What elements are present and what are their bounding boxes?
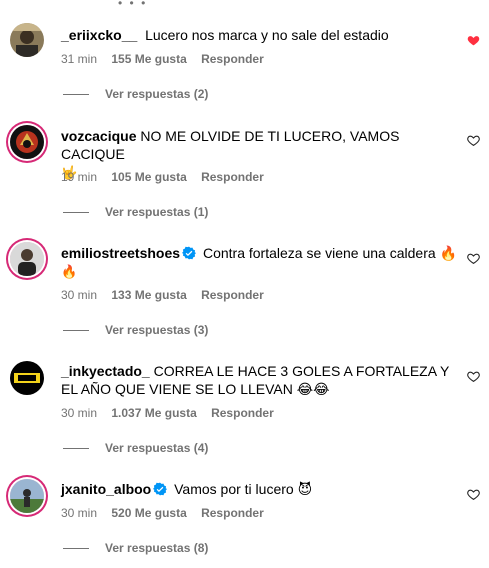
likes-count[interactable]: 155 Me gusta	[111, 52, 186, 66]
comment-body: _eriixcko__ Lucero nos marca y no sale d…	[61, 26, 459, 44]
replies-divider	[63, 94, 89, 96]
likes-count[interactable]: 1.037 Me gusta	[111, 406, 196, 420]
avatar[interactable]	[10, 479, 44, 513]
comment-meta: 31 min 155 Me gusta Responder	[61, 52, 275, 66]
replies-divider	[63, 548, 89, 550]
view-replies-label: Ver respuestas (8)	[105, 541, 209, 555]
comment-time[interactable]: 30 min	[61, 406, 97, 420]
comment-text: Lucero nos marca y no sale del estadio	[145, 27, 389, 43]
username[interactable]: vozcacique	[61, 128, 136, 144]
comment-meta: 19 min 105 Me gusta Responder	[61, 170, 275, 184]
avatar[interactable]	[10, 125, 44, 159]
view-replies-button[interactable]: Ver respuestas (4)	[63, 441, 208, 455]
username[interactable]: emiliostreetshoes	[61, 245, 180, 261]
view-replies-label: Ver respuestas (2)	[105, 87, 209, 101]
view-replies-button[interactable]: Ver respuestas (1)	[63, 205, 208, 219]
reply-button[interactable]: Responder	[211, 406, 274, 420]
likes-count[interactable]: 133 Me gusta	[111, 288, 186, 302]
likes-count[interactable]: 520 Me gusta	[111, 506, 186, 520]
username[interactable]: jxanito_alboo	[61, 481, 151, 497]
avatar[interactable]	[10, 361, 44, 395]
comment-time[interactable]: 30 min	[61, 506, 97, 520]
replies-divider	[63, 212, 89, 214]
comment-time[interactable]: 31 min	[61, 52, 97, 66]
heart-icon[interactable]	[467, 134, 480, 147]
comment-body: jxanito_alboo Vamos por ti lucero 😈	[61, 480, 459, 498]
heart-icon[interactable]	[467, 252, 480, 265]
comment-time[interactable]: 19 min	[61, 170, 97, 184]
view-replies-button[interactable]: Ver respuestas (2)	[63, 87, 208, 101]
verified-badge-icon	[153, 482, 168, 496]
comment-body: _inkyectado_ CORREA LE HACE 3 GOLES A FO…	[61, 362, 459, 398]
replies-divider	[63, 330, 89, 332]
comment-emoji-line: 🔥	[61, 264, 78, 279]
comment-body: emiliostreetshoes Contra fortaleza se vi…	[61, 244, 459, 281]
replies-divider	[63, 448, 89, 450]
comment-meta: 30 min 133 Me gusta Responder	[61, 288, 275, 302]
comment-time[interactable]: 30 min	[61, 288, 97, 302]
comment-meta: 30 min 520 Me gusta Responder	[61, 506, 275, 520]
view-replies-label: Ver respuestas (1)	[105, 205, 209, 219]
avatar[interactable]	[10, 242, 44, 276]
reply-button[interactable]: Responder	[201, 288, 264, 302]
heart-icon[interactable]	[467, 34, 480, 47]
verified-badge-icon	[182, 246, 197, 260]
avatar[interactable]	[10, 23, 44, 57]
view-replies-button[interactable]: Ver respuestas (8)	[63, 541, 208, 555]
reply-button[interactable]: Responder	[201, 170, 264, 184]
view-replies-label: Ver respuestas (3)	[105, 323, 209, 337]
username[interactable]: _eriixcko__	[61, 27, 137, 43]
reply-button[interactable]: Responder	[201, 52, 264, 66]
view-replies-button[interactable]: Ver respuestas (3)	[63, 323, 208, 337]
more-options-icon[interactable]: • • •	[118, 0, 147, 10]
view-replies-label: Ver respuestas (4)	[105, 441, 209, 455]
username[interactable]: _inkyectado_	[61, 363, 150, 379]
likes-count[interactable]: 105 Me gusta	[111, 170, 186, 184]
comment-text: Contra fortaleza se viene una caldera 🔥	[202, 245, 457, 261]
heart-icon[interactable]	[467, 370, 480, 383]
reply-button[interactable]: Responder	[201, 506, 264, 520]
comment-text: Vamos por ti lucero 😈	[174, 481, 313, 497]
heart-icon[interactable]	[467, 488, 480, 501]
comment-meta: 30 min 1.037 Me gusta Responder	[61, 406, 285, 420]
